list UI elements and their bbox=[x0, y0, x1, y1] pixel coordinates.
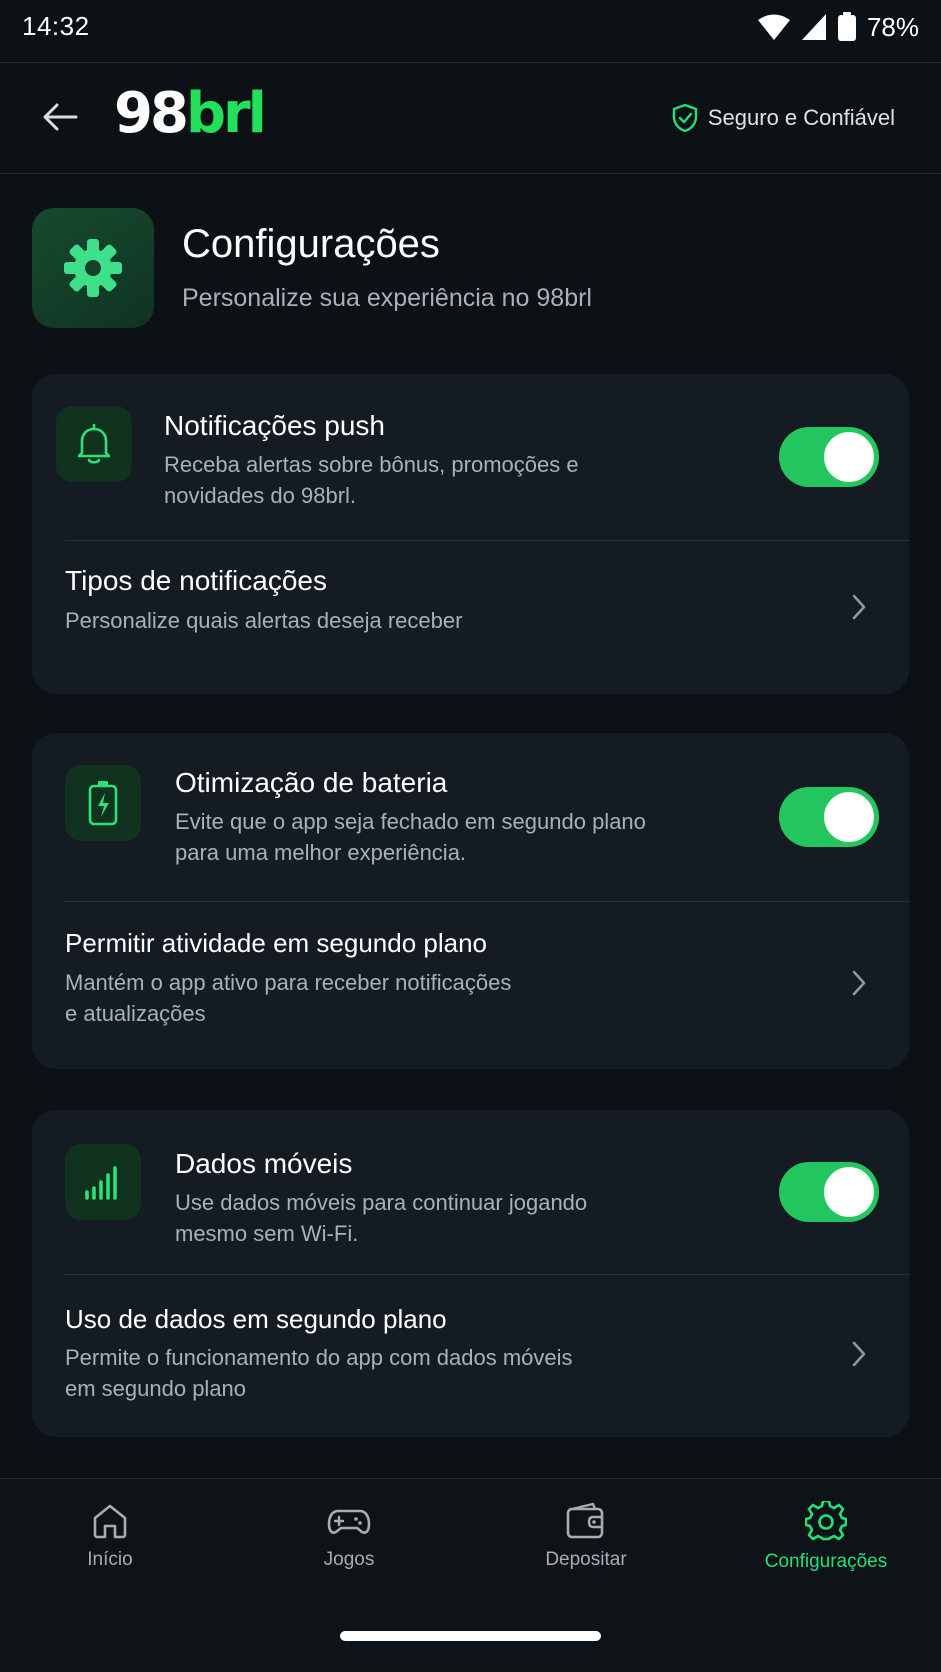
chevron-right-icon bbox=[847, 590, 871, 624]
background-data-title: Uso de dados em segundo plano bbox=[65, 1304, 447, 1334]
push-notifications-toggle[interactable] bbox=[779, 427, 879, 487]
background-activity-description-line-2: e atualizações bbox=[65, 1001, 206, 1026]
notifications-card: Notificações push Receba alertas sobre b… bbox=[32, 374, 910, 694]
toggle-knob bbox=[824, 1167, 874, 1217]
nav-item-inicio[interactable]: Início bbox=[10, 1501, 210, 1581]
chevron-right-icon bbox=[847, 966, 871, 1000]
back-button[interactable] bbox=[36, 93, 84, 141]
background-data-description-line-2: em segundo plano bbox=[65, 1376, 247, 1401]
battery-description: Evite que o app seja fechado em segundo … bbox=[175, 806, 646, 868]
mobile-data-title: Dados móveis bbox=[175, 1148, 353, 1179]
settings-screen: 14:32 78% 98brl Seguro e Confiável Confi… bbox=[0, 0, 941, 1672]
gear-icon bbox=[805, 1501, 847, 1541]
trust-badge: Seguro e Confiável bbox=[672, 103, 895, 133]
page-title: Configurações bbox=[182, 222, 440, 266]
push-icon-tile bbox=[56, 406, 132, 482]
shield-check-icon bbox=[672, 103, 698, 133]
push-title: Notificações push bbox=[164, 410, 386, 441]
battery-optimization-row: Otimização de bateria Evite que o app se… bbox=[32, 733, 909, 901]
battery-optimization-toggle[interactable] bbox=[779, 787, 879, 847]
push-description-line-2: novidades do 98brl. bbox=[164, 483, 357, 508]
wallet-icon bbox=[566, 1502, 604, 1539]
notification-types-description: Personalize quais alertas deseja receber bbox=[65, 608, 463, 633]
background-activity-title: Permitir atividade em segundo plano bbox=[65, 928, 488, 958]
home-icon bbox=[93, 1504, 127, 1539]
home-indicator[interactable] bbox=[340, 1631, 601, 1641]
nav-label-inicio: Início bbox=[87, 1549, 133, 1570]
battery-icon-tile bbox=[65, 765, 141, 841]
chevron-right-icon bbox=[847, 1337, 871, 1371]
signal-bars-icon bbox=[85, 1166, 117, 1200]
background-activity-description: Mantém o app ativo para receber notifica… bbox=[65, 967, 511, 1029]
status-icons: 78% bbox=[757, 11, 919, 43]
battery-percent: 78% bbox=[866, 11, 919, 42]
mobile-data-card: Dados móveis Use dados móveis para conti… bbox=[32, 1110, 910, 1437]
mobile-data-icon-tile bbox=[65, 1144, 141, 1220]
notification-types-row[interactable]: Tipos de notificações Personalize quais … bbox=[32, 541, 909, 694]
background-data-row[interactable]: Uso de dados em segundo plano Permite o … bbox=[32, 1275, 909, 1437]
gamepad-icon bbox=[327, 1509, 371, 1534]
logo-number: 98 bbox=[114, 81, 189, 146]
nav-label-depositar: Depositar bbox=[545, 1549, 627, 1570]
toggle-knob bbox=[824, 792, 874, 842]
nav-label-jogos: Jogos bbox=[323, 1549, 375, 1570]
battery-icon bbox=[837, 12, 856, 41]
notification-types-title: Tipos de notificações bbox=[65, 565, 327, 596]
push-description-line-1: Receba alertas sobre bônus, promoções e bbox=[164, 452, 579, 477]
bell-icon bbox=[77, 423, 111, 464]
arrow-left-icon bbox=[43, 103, 78, 131]
trust-badge-label: Seguro e Confiável bbox=[707, 105, 895, 130]
mobile-data-description: Use dados móveis para continuar jogando … bbox=[175, 1187, 587, 1249]
nav-item-configuracoes[interactable]: Configurações bbox=[726, 1501, 926, 1581]
nav-item-depositar[interactable]: Depositar bbox=[486, 1501, 686, 1581]
status-time: 14:32 bbox=[22, 11, 90, 41]
mobile-data-description-line-2: mesmo sem Wi-Fi. bbox=[175, 1221, 359, 1246]
battery-description-line-2: para uma melhor experiência. bbox=[175, 840, 467, 865]
page-heading: Configurações Personalize sua experiênci… bbox=[32, 208, 912, 330]
battery-card: Otimização de bateria Evite que o app se… bbox=[32, 733, 910, 1069]
bottom-nav: Início Jogos Depositar Configurações bbox=[0, 1478, 941, 1672]
background-activity-row[interactable]: Permitir atividade em segundo plano Mant… bbox=[32, 902, 909, 1069]
page-subtitle: Personalize sua experiência no 98brl bbox=[182, 284, 592, 312]
cell-signal-icon bbox=[801, 14, 826, 40]
mobile-data-row: Dados móveis Use dados móveis para conti… bbox=[32, 1110, 909, 1274]
background-activity-description-line-1: Mantém o app ativo para receber notifica… bbox=[65, 970, 512, 995]
logo-brand: brl bbox=[185, 81, 267, 146]
gear-icon bbox=[64, 239, 122, 297]
nav-item-jogos[interactable]: Jogos bbox=[249, 1501, 449, 1581]
mobile-data-toggle[interactable] bbox=[779, 1162, 879, 1222]
mobile-data-description-line-1: Use dados móveis para continuar jogando bbox=[175, 1190, 588, 1215]
app-header: 98brl Seguro e Confiável bbox=[0, 62, 941, 174]
status-bar: 14:32 78% bbox=[0, 0, 941, 62]
background-data-description: Permite o funcionamento do app com dados… bbox=[65, 1342, 573, 1404]
push-description: Receba alertas sobre bônus, promoções e … bbox=[164, 449, 579, 511]
heading-icon-tile bbox=[32, 208, 154, 328]
toggle-knob bbox=[824, 432, 874, 482]
push-notifications-row: Notificações push Receba alertas sobre b… bbox=[32, 374, 909, 540]
background-data-description-line-1: Permite o funcionamento do app com dados… bbox=[65, 1345, 573, 1370]
battery-title: Otimização de bateria bbox=[175, 767, 448, 798]
nav-label-configuracoes: Configurações bbox=[764, 1551, 888, 1572]
battery-charging-icon bbox=[88, 781, 118, 826]
battery-description-line-1: Evite que o app seja fechado em segundo … bbox=[175, 809, 646, 834]
app-logo: 98brl bbox=[114, 79, 267, 149]
wifi-icon bbox=[757, 14, 790, 40]
